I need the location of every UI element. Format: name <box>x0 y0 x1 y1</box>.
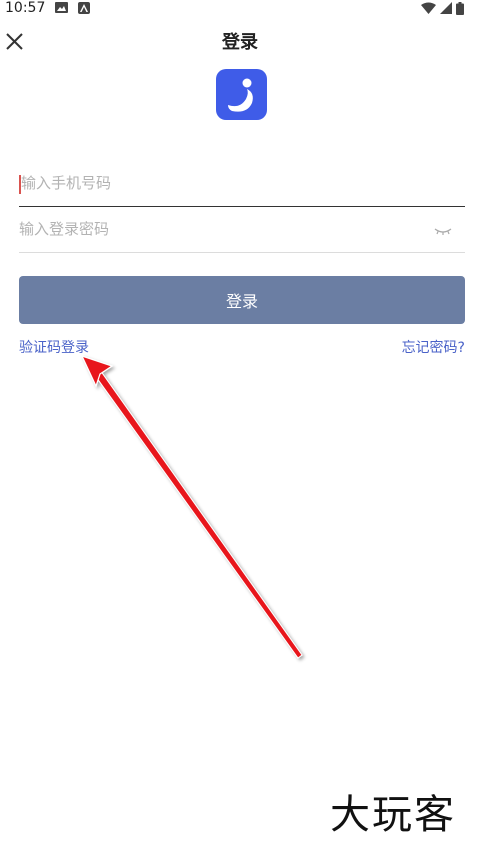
annotation-arrow <box>80 354 303 659</box>
app-logo-icon <box>228 78 253 112</box>
page-title: 登录 <box>222 32 258 53</box>
password-input[interactable] <box>19 207 419 251</box>
arrow-shaft <box>93 369 303 659</box>
phone-input[interactable] <box>19 161 419 205</box>
code-login-link[interactable]: 验证码登录 <box>19 339 89 357</box>
status-right-icons <box>421 1 464 15</box>
watermark: 大玩客 <box>330 792 456 838</box>
login-button[interactable]: 登录 <box>19 276 465 324</box>
gallery-notification-icon <box>55 2 68 13</box>
app-logo <box>216 69 267 120</box>
header: 登录 <box>0 24 480 64</box>
battery-icon <box>456 1 464 15</box>
status-time: 10:57 <box>5 0 46 16</box>
arrow-head <box>80 354 114 388</box>
wifi-icon <box>421 2 436 14</box>
eye-closed-icon <box>434 228 452 235</box>
status-bar: 10:57 <box>0 0 480 18</box>
forgot-password-link[interactable]: 忘记密码? <box>402 339 465 357</box>
password-field[interactable] <box>19 207 465 253</box>
signal-icon <box>440 2 452 14</box>
phone-field[interactable] <box>19 161 465 207</box>
app-a-notification-icon <box>78 2 90 14</box>
toggle-password-visibility[interactable] <box>433 223 453 237</box>
